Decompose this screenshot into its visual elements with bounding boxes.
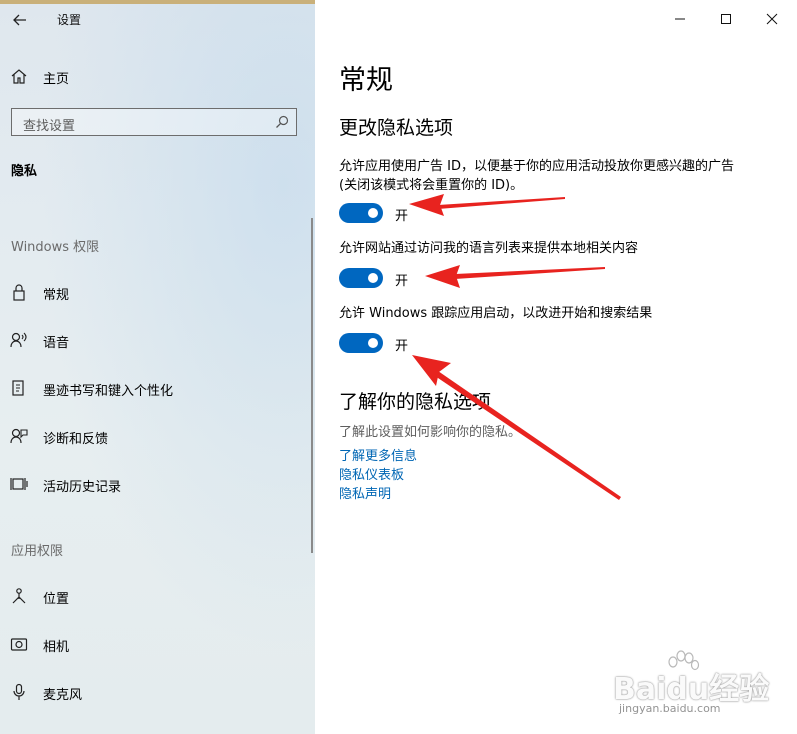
- sidebar-item-camera[interactable]: 相机: [0, 628, 312, 660]
- close-button[interactable]: [757, 8, 787, 30]
- activity-history-icon: [10, 478, 28, 490]
- sidebar: 设置 主页 查找设置 隐私 Windows 权限 常规 语音 墨迹书写和键入个性…: [0, 0, 315, 734]
- learn-description: 了解此设置如何影响你的隐私。: [339, 425, 522, 440]
- search-input[interactable]: 查找设置: [11, 108, 297, 136]
- back-arrow-icon: [13, 14, 26, 26]
- toggle-knob: [368, 273, 378, 283]
- toggle-state-label: 开: [395, 339, 409, 354]
- section-title: 更改隐私选项: [339, 117, 454, 139]
- sidebar-item-label: 主页: [43, 72, 70, 87]
- sidebar-item-label: 位置: [43, 592, 70, 607]
- toggle-knob: [368, 208, 378, 218]
- speech-icon: [10, 332, 27, 348]
- sidebar-item-label: 麦克风: [43, 688, 83, 703]
- main-content: 常规 更改隐私选项 允许应用使用广告 ID，以便基于你的应用活动投放你更感兴趣的…: [315, 0, 797, 734]
- minimize-button[interactable]: [665, 8, 695, 30]
- sidebar-item-location[interactable]: 位置: [0, 580, 312, 612]
- sidebar-item-label: 常规: [43, 288, 70, 303]
- advertising-id-toggle[interactable]: [339, 203, 383, 223]
- camera-icon: [10, 638, 28, 651]
- sidebar-item-label: 活动历史记录: [43, 480, 122, 495]
- sidebar-item-inking-typing[interactable]: 墨迹书写和键入个性化: [0, 372, 312, 404]
- learn-more-link[interactable]: 了解更多信息: [339, 445, 417, 464]
- sidebar-item-label: 语音: [43, 336, 70, 351]
- privacy-statement-link[interactable]: 隐私声明: [339, 483, 391, 502]
- setting-text: 允许应用使用广告 ID，以便基于你的应用活动投放你更感兴趣的广告: [339, 159, 734, 174]
- current-group-heading: 隐私: [11, 164, 38, 179]
- ink-icon: [12, 380, 24, 396]
- window-title: 设置: [57, 13, 82, 27]
- sidebar-item-microphone[interactable]: 麦克风: [0, 676, 312, 708]
- maximize-button[interactable]: [711, 8, 741, 30]
- section-heading-app-permissions: 应用权限: [11, 544, 64, 559]
- lock-icon: [13, 284, 25, 301]
- sidebar-item-diagnostics[interactable]: 诊断和反馈: [0, 420, 312, 452]
- sidebar-item-speech[interactable]: 语音: [0, 324, 312, 356]
- minimize-icon: [675, 18, 685, 20]
- watermark-url: jingyan.baidu.com: [619, 702, 721, 715]
- close-icon: [766, 13, 778, 25]
- search-icon[interactable]: [275, 115, 289, 129]
- sidebar-scrollbar[interactable]: [311, 218, 313, 553]
- home-icon: [11, 69, 27, 84]
- section-heading-windows-permissions: Windows 权限: [11, 240, 100, 255]
- privacy-dashboard-link[interactable]: 隐私仪表板: [339, 464, 404, 483]
- toggle-state-label: 开: [395, 274, 409, 289]
- toggle-knob: [368, 338, 378, 348]
- search-placeholder: 查找设置: [23, 119, 76, 134]
- microphone-icon: [13, 683, 25, 700]
- sidebar-item-home[interactable]: 主页: [0, 60, 315, 92]
- learn-section-title: 了解你的隐私选项: [339, 391, 492, 413]
- language-list-toggle[interactable]: [339, 268, 383, 288]
- title-bar: 设置: [0, 0, 315, 40]
- sidebar-item-activity-history[interactable]: 活动历史记录: [0, 468, 312, 500]
- setting-text: 允许网站通过访问我的语言列表来提供本地相关内容: [339, 241, 639, 256]
- location-icon: [12, 588, 26, 604]
- maximize-icon: [721, 14, 731, 24]
- watermark: Baidu经验 jingyan.baidu.com: [605, 650, 785, 720]
- sidebar-item-label: 诊断和反馈: [43, 432, 109, 447]
- setting-description-language-list: 允许网站通过访问我的语言列表来提供本地相关内容: [339, 239, 789, 258]
- feedback-icon: [10, 428, 28, 444]
- back-button[interactable]: [6, 6, 34, 34]
- app-launch-tracking-toggle[interactable]: [339, 333, 383, 353]
- setting-text: (关闭该模式将会重置你的 ID)。: [339, 178, 524, 193]
- sidebar-item-label: 相机: [43, 640, 70, 655]
- sidebar-item-general[interactable]: 常规: [0, 276, 312, 308]
- page-title: 常规: [339, 65, 393, 96]
- setting-description-app-launch-tracking: 允许 Windows 跟踪应用启动，以改进开始和搜索结果: [339, 304, 789, 323]
- setting-text: 允许 Windows 跟踪应用启动，以改进开始和搜索结果: [339, 306, 653, 321]
- toggle-state-label: 开: [395, 209, 409, 224]
- sidebar-item-label: 墨迹书写和键入个性化: [43, 384, 174, 399]
- setting-description-advertising-id: 允许应用使用广告 ID，以便基于你的应用活动投放你更感兴趣的广告 (关闭该模式将…: [339, 157, 789, 195]
